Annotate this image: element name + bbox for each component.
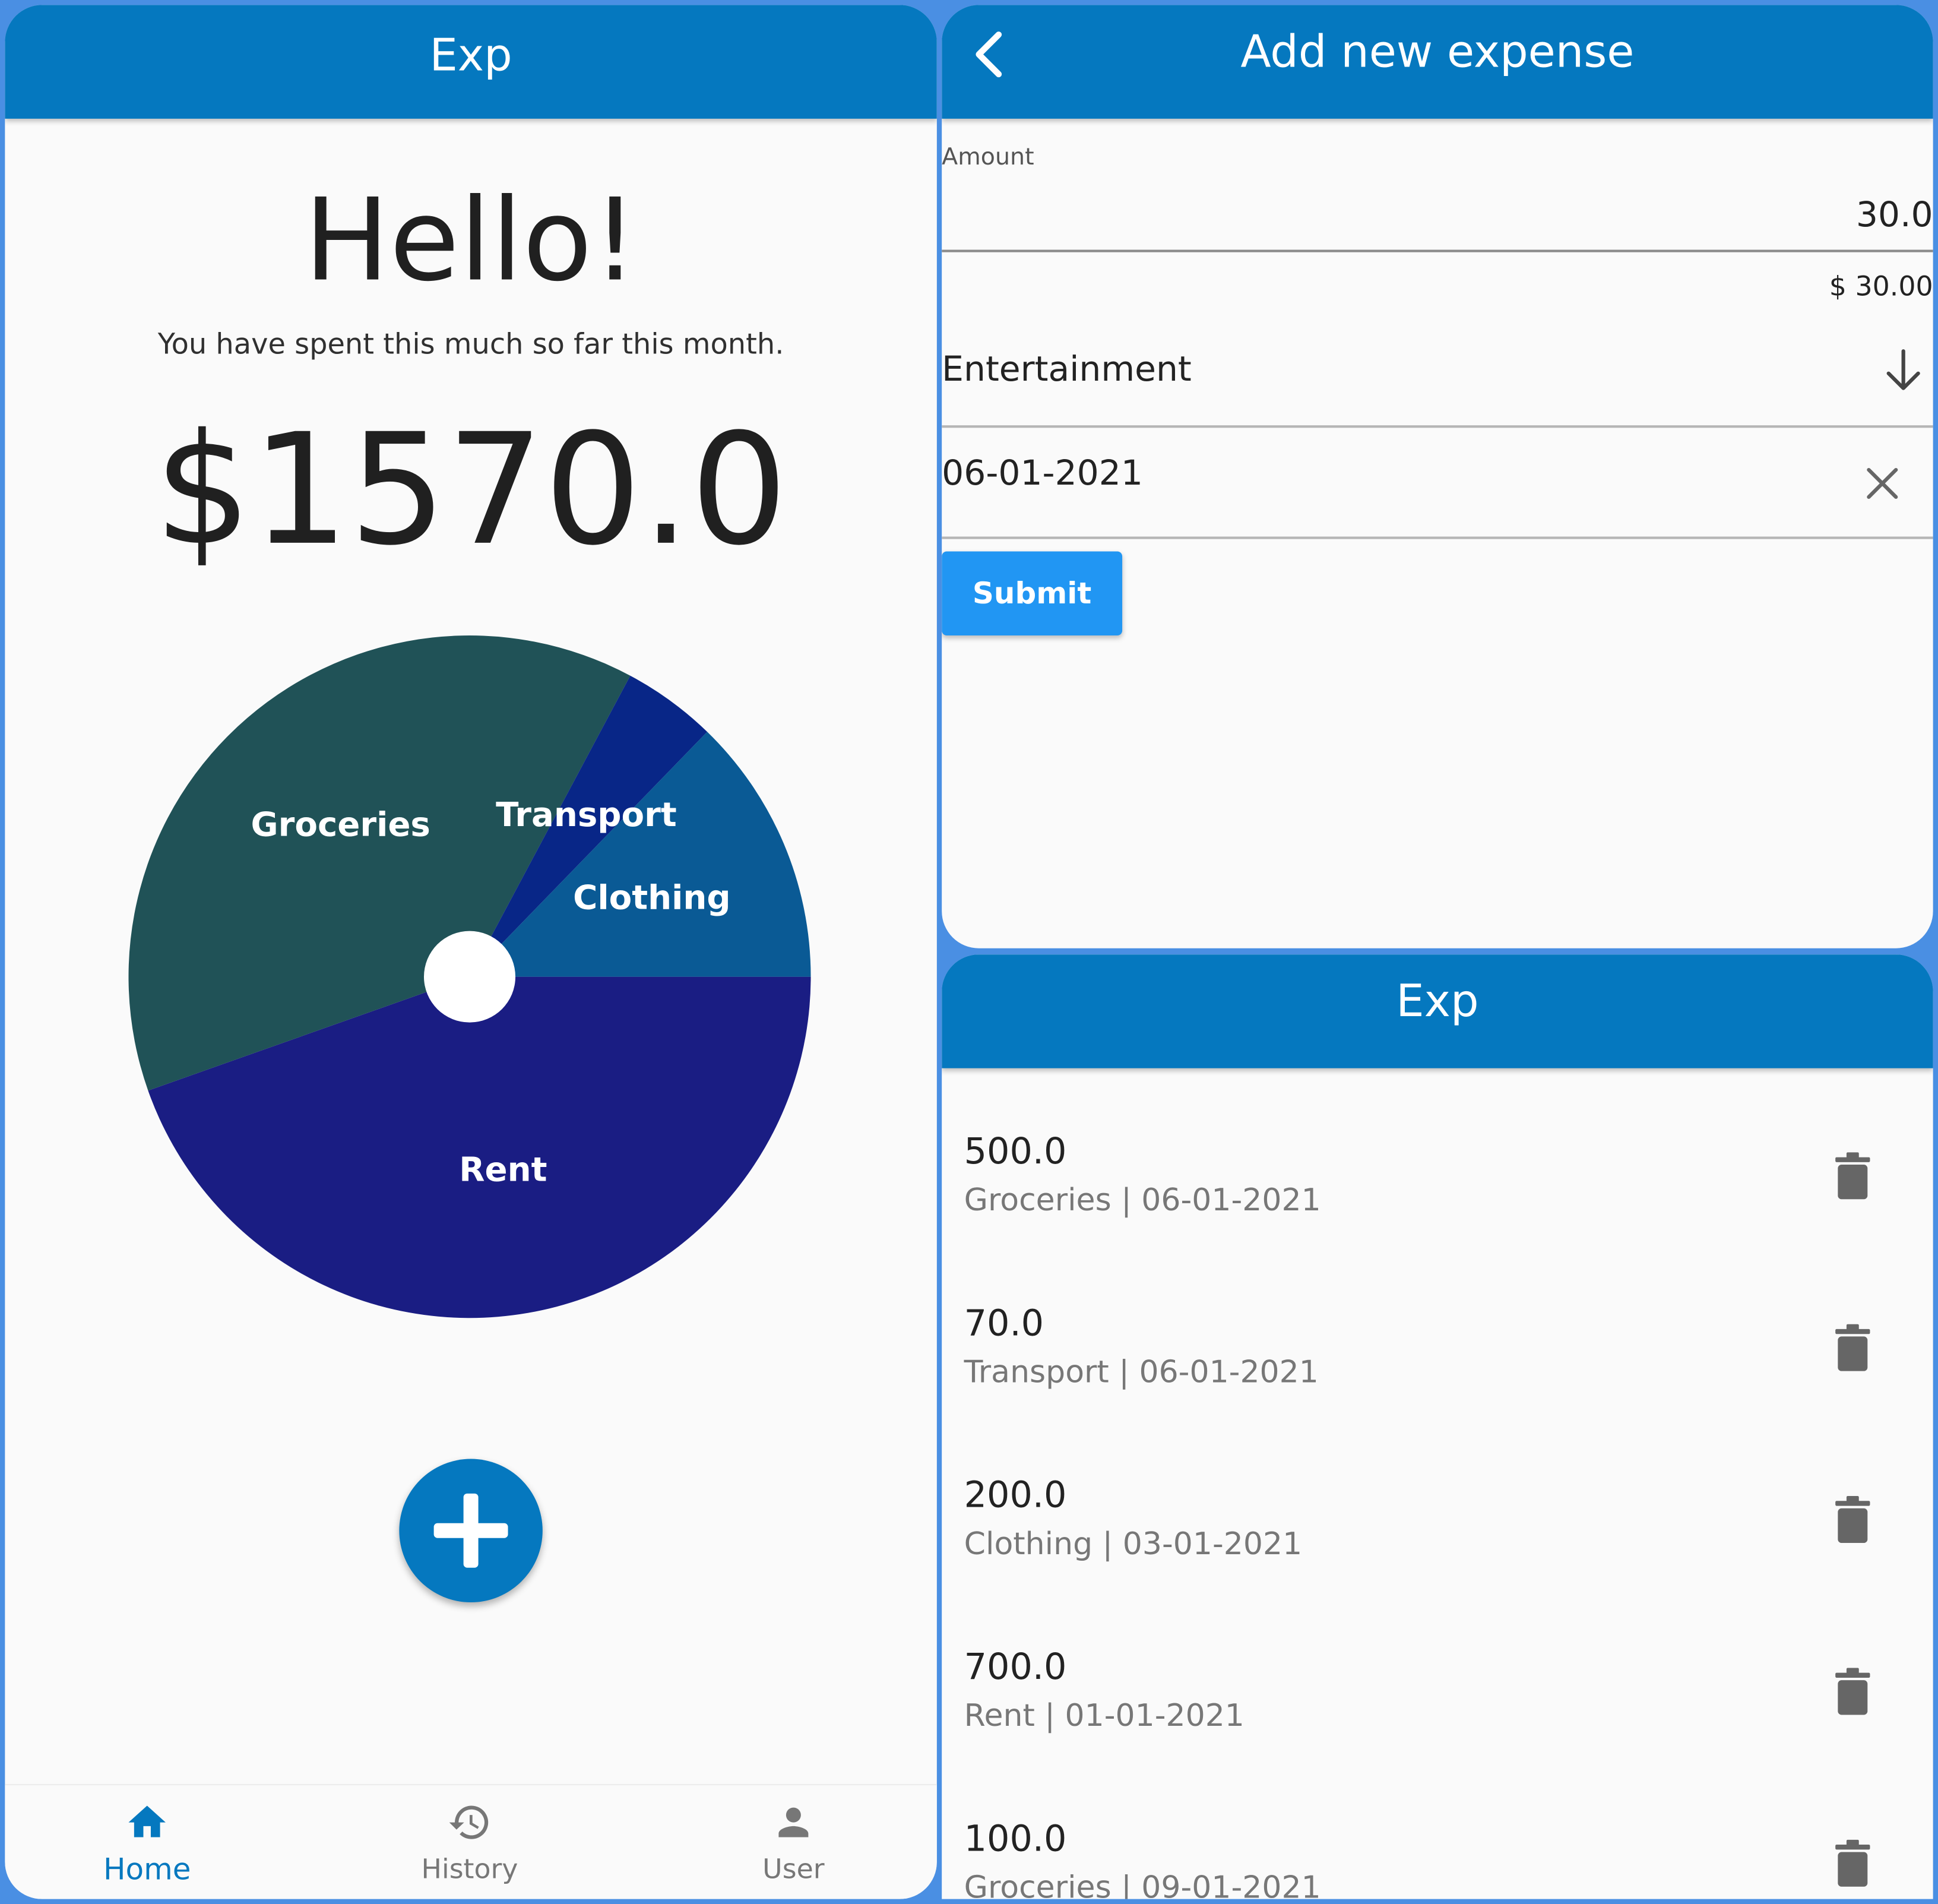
expense-amount: 100.0 — [964, 1817, 1067, 1860]
expense-amount: 200.0 — [964, 1473, 1067, 1516]
trash-icon[interactable] — [1834, 1152, 1871, 1200]
bottom-navigation: Home History User — [5, 1784, 937, 1899]
add-expense-screen: Add new expense Amount $ 30.00 Entertain… — [942, 5, 1933, 948]
plus-icon-stem — [463, 1493, 479, 1568]
spending-pie-chart: Rent Groceries Transport Clothing — [128, 635, 811, 1318]
greeting-heading: Hello! — [303, 174, 638, 307]
category-dropdown[interactable]: Entertainment — [942, 327, 1933, 428]
nav-home[interactable]: Home — [24, 1785, 271, 1899]
home-icon — [128, 1805, 166, 1837]
pie-label-groceries: Groceries — [251, 806, 430, 845]
expense-amount: 70.0 — [964, 1302, 1044, 1344]
pie-label-rent: Rent — [459, 1151, 547, 1190]
expense-amount: 700.0 — [964, 1645, 1067, 1688]
user-icon — [778, 1807, 809, 1837]
close-icon[interactable] — [1861, 463, 1904, 505]
history-icon — [449, 1805, 489, 1839]
history-app-title: Exp — [1396, 976, 1479, 1027]
add-expense-app-bar: Add new expense — [942, 5, 1933, 119]
amount-label: Amount — [942, 143, 1034, 171]
expense-row[interactable]: 70.0 Transport | 06-01-2021 — [942, 1270, 1933, 1441]
submit-button[interactable]: Submit — [942, 551, 1123, 636]
add-expense-title: Add new expense — [1240, 27, 1635, 78]
history-app-bar: Exp — [942, 954, 1933, 1068]
trash-icon[interactable] — [1834, 1324, 1871, 1371]
arrow-down-icon — [1886, 349, 1920, 390]
expense-amount: 500.0 — [964, 1130, 1067, 1172]
pie-center-hole — [423, 931, 516, 1023]
pie-label-transport: Transport — [496, 796, 677, 834]
home-app-bar: Exp — [5, 5, 937, 119]
history-screen: Exp 500.0 Groceries | 06-01-2021 70.0 Tr… — [942, 954, 1933, 1899]
category-selected-value: Entertainment — [942, 349, 1192, 390]
expense-details: Groceries | 09-01-2021 — [964, 1869, 1321, 1899]
amount-formatted: $ 30.00 — [1829, 271, 1933, 303]
spending-caption: You have spent this much so far this mon… — [157, 328, 784, 361]
nav-history[interactable]: History — [346, 1785, 593, 1899]
trash-icon[interactable] — [1834, 1495, 1871, 1544]
amount-input[interactable] — [942, 178, 1933, 252]
nav-user-label: User — [762, 1854, 825, 1886]
trash-icon[interactable] — [1834, 1839, 1871, 1887]
monthly-total: $1570.0 — [154, 401, 788, 580]
expense-details: Rent | 01-01-2021 — [964, 1697, 1244, 1734]
expense-row[interactable]: 100.0 Groceries | 09-01-2021 — [942, 1785, 1933, 1899]
expense-details: Clothing | 03-01-2021 — [964, 1525, 1303, 1562]
date-field[interactable]: 06-01-2021 — [942, 428, 1933, 539]
expense-row[interactable]: 200.0 Clothing | 03-01-2021 — [942, 1441, 1933, 1613]
add-expense-button[interactable] — [399, 1459, 543, 1603]
nav-user[interactable]: User — [670, 1785, 917, 1899]
expense-details: Groceries | 06-01-2021 — [964, 1182, 1321, 1218]
pie-label-clothing: Clothing — [573, 878, 730, 917]
expense-row[interactable]: 500.0 Groceries | 06-01-2021 — [942, 1098, 1933, 1270]
nav-history-label: History — [421, 1854, 518, 1886]
screenshot-collage: Exp Hello! You have spent this much so f… — [0, 0, 1938, 1904]
date-value: 06-01-2021 — [942, 452, 1143, 494]
nav-home-label: Home — [103, 1852, 191, 1887]
expense-details: Transport | 06-01-2021 — [964, 1353, 1319, 1390]
trash-icon[interactable] — [1834, 1668, 1871, 1715]
expense-row[interactable]: 700.0 Rent | 01-01-2021 — [942, 1614, 1933, 1785]
home-screen: Exp Hello! You have spent this much so f… — [5, 5, 937, 1899]
app-title: Exp — [429, 31, 512, 82]
